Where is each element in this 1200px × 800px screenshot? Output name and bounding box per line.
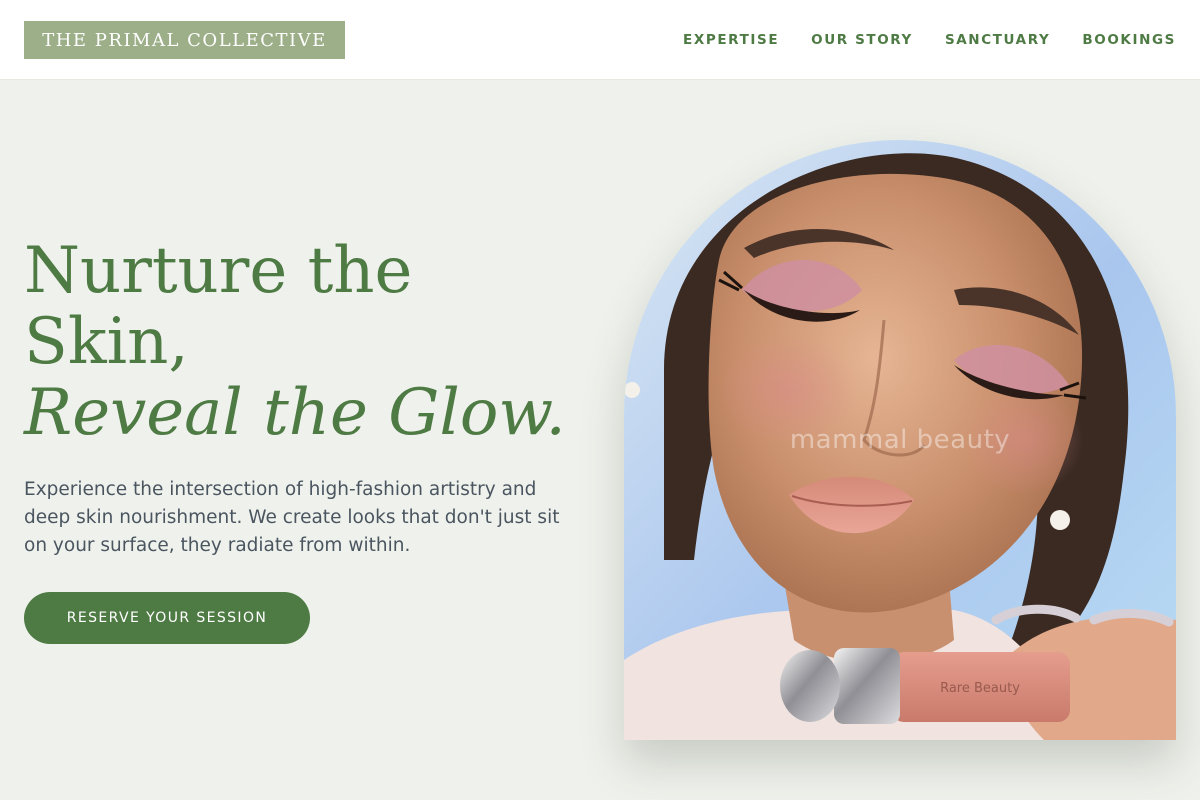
headline-line-1: Nurture the [24, 234, 413, 308]
site-header: THE PRIMAL COLLECTIVE EXPERTISE OUR STOR… [0, 0, 1200, 80]
product-cap [834, 648, 900, 724]
nav-item-our-story[interactable]: OUR STORY [811, 32, 913, 48]
left-earring [624, 382, 640, 398]
hero-subtext: Experience the intersection of high-fash… [24, 479, 560, 556]
nav-item-bookings[interactable]: BOOKINGS [1082, 32, 1176, 48]
reserve-session-button[interactable]: RESERVE YOUR SESSION [24, 592, 310, 644]
nav-item-sanctuary[interactable]: SANCTUARY [945, 32, 1050, 48]
brand-logo[interactable]: THE PRIMAL COLLECTIVE [24, 21, 345, 59]
headline-line-2: Skin, [24, 305, 189, 379]
hero-headline: Nurture the Skin, Reveal the Glow. [24, 236, 604, 449]
image-watermark: mammal beauty [789, 425, 1011, 455]
product-cap-ball [780, 650, 840, 722]
product-label: Rare Beauty [940, 681, 1020, 696]
nav-item-expertise[interactable]: EXPERTISE [683, 32, 779, 48]
headline-line-3: Reveal the Glow. [24, 376, 566, 450]
right-earring [1050, 510, 1070, 530]
hero-portrait-image: Rare Beauty mammal beauty [624, 140, 1176, 740]
main-nav: EXPERTISE OUR STORY SANCTUARY BOOKINGS [683, 0, 1176, 80]
